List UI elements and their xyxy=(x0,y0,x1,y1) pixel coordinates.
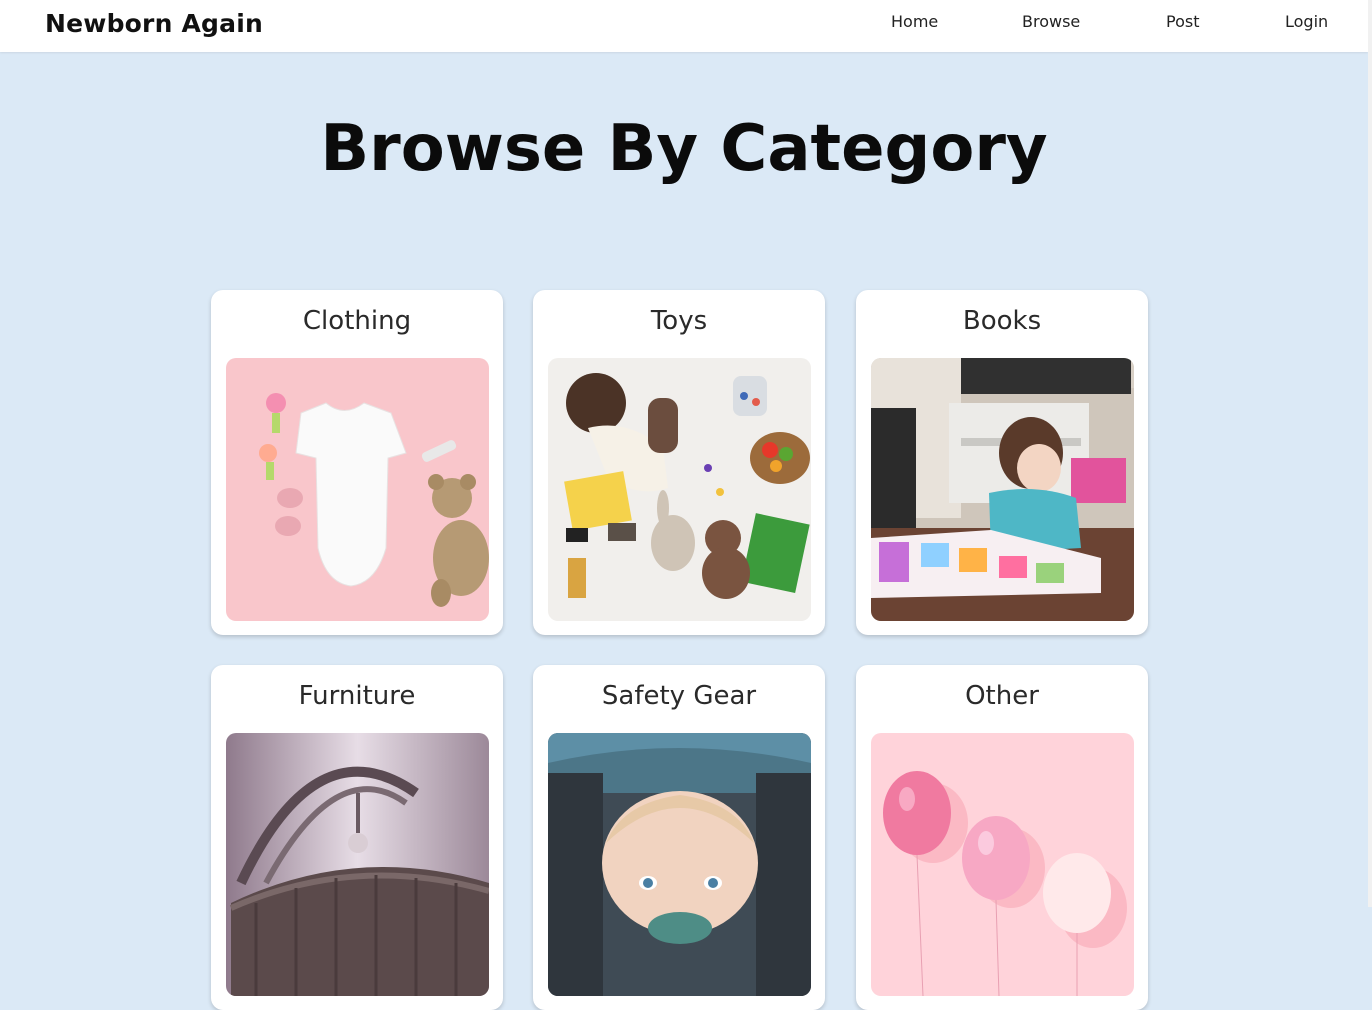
top-navbar: Newborn Again Home Browse Post Login xyxy=(0,0,1368,52)
books-photo[interactable] xyxy=(871,358,1134,621)
category-card-title: Safety Gear xyxy=(601,681,757,711)
toys-photo[interactable] xyxy=(548,358,811,621)
category-card-clothing[interactable]: Clothing xyxy=(211,290,503,635)
nav-post-link[interactable]: Post xyxy=(1166,12,1199,31)
category-card-title: Other xyxy=(965,681,1039,711)
brand-logo[interactable]: Newborn Again xyxy=(45,9,263,38)
category-card-books[interactable]: Books xyxy=(856,290,1148,635)
nav-home-link[interactable]: Home xyxy=(891,12,938,31)
safety-gear-photo[interactable] xyxy=(548,733,811,996)
other-photo[interactable] xyxy=(871,733,1134,996)
category-card-title: Furniture xyxy=(298,681,416,711)
nav-browse-link[interactable]: Browse xyxy=(1022,12,1080,31)
category-card-other[interactable]: Other xyxy=(856,665,1148,1010)
furniture-photo[interactable] xyxy=(226,733,489,996)
category-card-toys[interactable]: Toys xyxy=(533,290,825,635)
clothing-photo[interactable] xyxy=(226,358,489,621)
category-card-title: Books xyxy=(962,306,1042,336)
scrollbar[interactable] xyxy=(1368,0,1372,907)
category-card-safety-gear[interactable]: Safety Gear xyxy=(533,665,825,1010)
nav-login-link[interactable]: Login xyxy=(1285,12,1328,31)
category-card-furniture[interactable]: Furniture xyxy=(211,665,503,1010)
page-title: Browse By Category xyxy=(320,112,1048,186)
category-card-title: Clothing xyxy=(302,306,412,336)
category-card-title: Toys xyxy=(650,306,708,336)
